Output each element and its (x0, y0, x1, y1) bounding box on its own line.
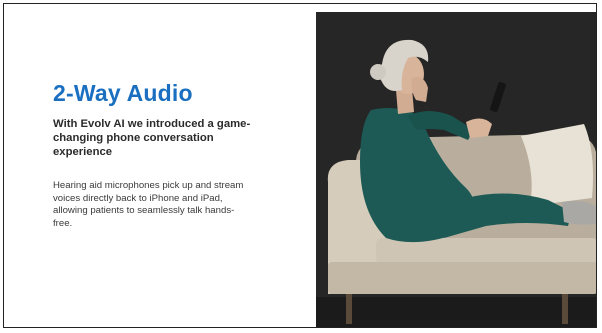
sofa-leg-right (562, 294, 568, 324)
sofa-leg-left (346, 294, 352, 324)
text-panel: 2-Way Audio With Evolv AI we introduced … (53, 80, 253, 230)
slide: 2-Way Audio With Evolv AI we introduced … (3, 3, 597, 328)
slide-title: 2-Way Audio (53, 80, 193, 106)
slide-body-text: Hearing aid microphones pick up and stre… (53, 180, 244, 229)
sofa-base (328, 262, 596, 294)
sofa-pillow (521, 124, 593, 206)
woman-on-sofa-photo (316, 12, 596, 327)
photo-illustration (316, 12, 596, 327)
woman-feet (562, 200, 596, 225)
floor-shadow (316, 297, 596, 327)
woman-hair-bun (370, 64, 386, 80)
woman-hand (466, 118, 492, 138)
slide-subtitle: With Evolv AI we introduced a game-chang… (53, 118, 251, 158)
